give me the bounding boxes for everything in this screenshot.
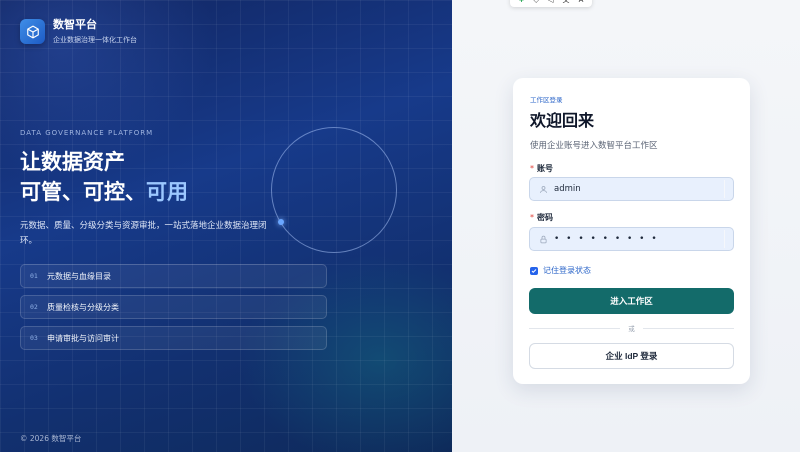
remember-checkbox[interactable] <box>530 266 538 275</box>
divider-line <box>529 327 621 329</box>
feature-number: 01 <box>30 272 38 280</box>
diamond-icon[interactable]: ◇ <box>534 0 539 4</box>
hero-eyebrow: DATA GOVERNANCE PLATFORM <box>20 129 154 137</box>
cube-icon <box>20 19 45 44</box>
remember-label: 记住登录状态 <box>543 266 591 275</box>
feature-number: 03 <box>30 334 38 342</box>
feature-item: 03 申请审批与访问审计 <box>20 326 327 350</box>
submit-button[interactable]: 进入工作区 <box>529 288 734 314</box>
brand: 数智平台 企业数据治理一体化工作台 <box>20 18 137 45</box>
password-label-text: 密码 <box>537 213 553 222</box>
remember-me[interactable]: 记住登录状态 <box>530 265 591 276</box>
password-label: * 密码 <box>530 212 553 223</box>
font-icon[interactable]: A <box>579 0 584 4</box>
divider-line <box>642 327 734 329</box>
user-icon <box>538 184 548 194</box>
feature-label: 申请审批与访问审计 <box>47 333 119 343</box>
hero-headline: 让数据资产 可管、可控、可用 <box>20 147 188 207</box>
login-subtitle: 使用企业账号进入数智平台工作区 <box>530 141 658 151</box>
required-mark: * <box>530 213 534 222</box>
hero-description: 元数据、质量、分级分类与资源审批，一站式落地企业数据治理闭环。 <box>20 221 267 246</box>
brand-subtitle: 企业数据治理一体化工作台 <box>53 36 137 44</box>
or-divider: 或 <box>529 323 734 333</box>
divider-text: 或 <box>628 325 635 333</box>
copyright: © 2026 数智平台 <box>20 434 82 443</box>
field-edge <box>724 180 725 198</box>
login-tag: 工作区登录 <box>530 96 563 104</box>
decorative-orbit-dot <box>278 219 284 225</box>
account-label: * 账号 <box>530 163 553 174</box>
password-value: • • • • • • • • • <box>554 234 659 244</box>
login-card: 工作区登录 欢迎回来 使用企业账号进入数智平台工作区 * 账号 admin * 密码… <box>513 78 750 384</box>
account-field[interactable]: admin <box>529 177 734 201</box>
required-mark: * <box>530 164 534 173</box>
triangle-left-icon[interactable]: ◁ <box>548 0 553 4</box>
account-label-text: 账号 <box>537 164 553 173</box>
translate-icon[interactable]: 文 <box>563 0 570 4</box>
feature-item: 02 质量检核与分级分类 <box>20 295 327 319</box>
plus-icon[interactable]: + <box>519 0 525 4</box>
hero-panel: 数智平台 企业数据治理一体化工作台 DATA GOVERNANCE PLATFO… <box>0 0 452 452</box>
floating-toolbar: + ◇ ◁ 文 A <box>510 0 592 7</box>
login-title: 欢迎回来 <box>530 111 595 130</box>
headline-line-2: 可管、可控、可用 <box>20 177 188 207</box>
feature-item: 01 元数据与血缘目录 <box>20 264 327 288</box>
password-field[interactable]: • • • • • • • • • <box>529 227 734 251</box>
feature-number: 02 <box>30 303 38 311</box>
feature-label: 元数据与血缘目录 <box>47 271 111 281</box>
headline-accent: 可用 <box>146 180 188 204</box>
brand-name: 数智平台 <box>53 18 97 31</box>
lock-icon <box>538 234 548 244</box>
account-value: admin <box>554 184 581 194</box>
sso-login-button[interactable]: 企业 IdP 登录 <box>529 343 734 369</box>
feature-label: 质量检核与分级分类 <box>47 302 119 312</box>
decorative-orbit-circle <box>271 127 397 253</box>
headline-line-2-prefix: 可管、可控、 <box>20 180 146 204</box>
headline-line-1: 让数据资产 <box>20 150 125 174</box>
field-edge <box>724 230 725 248</box>
